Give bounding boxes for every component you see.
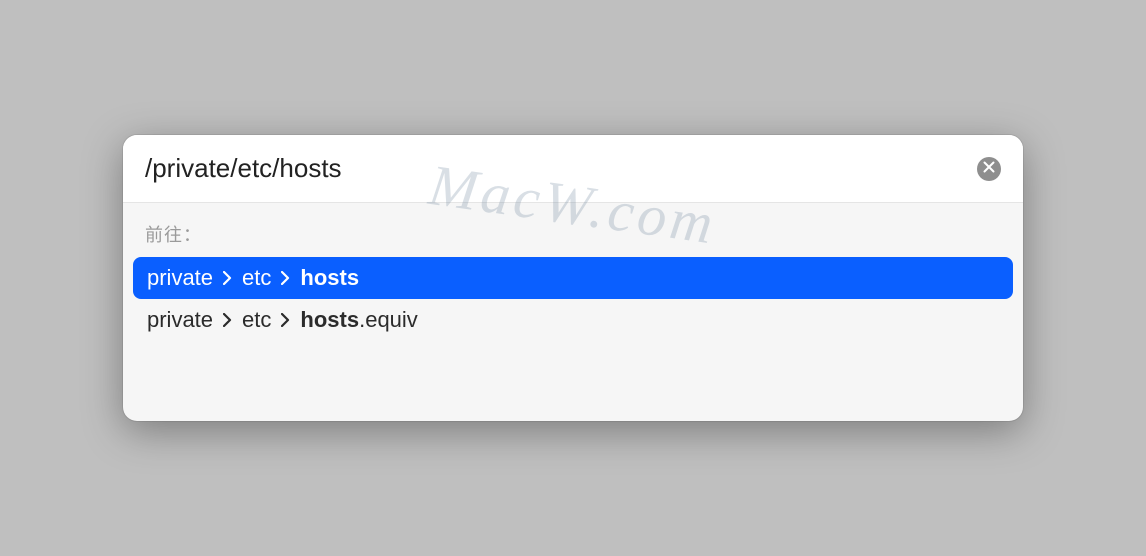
- clear-button[interactable]: [977, 157, 1001, 181]
- chevron-right-icon: [223, 271, 232, 285]
- search-bar: [123, 135, 1023, 203]
- path-segment: etc: [242, 265, 271, 291]
- path-segment: private: [147, 265, 213, 291]
- result-list: private etc hosts private etc hosts.equi…: [123, 257, 1023, 341]
- chevron-right-icon: [281, 271, 290, 285]
- path-segment-match: hosts: [300, 265, 359, 291]
- go-to-folder-dialog: 前往： private etc hosts private etc hosts.…: [123, 135, 1023, 421]
- result-item[interactable]: private etc hosts.equiv: [133, 299, 1013, 341]
- results-panel: 前往： private etc hosts private etc hosts.…: [123, 203, 1023, 421]
- section-label: 前往：: [123, 219, 1023, 257]
- close-icon: [983, 160, 995, 178]
- chevron-right-icon: [281, 313, 290, 327]
- result-item[interactable]: private etc hosts: [133, 257, 1013, 299]
- path-segment-match: hosts.equiv: [300, 307, 417, 333]
- path-segment: private: [147, 307, 213, 333]
- path-segment: etc: [242, 307, 271, 333]
- path-input[interactable]: [145, 153, 977, 184]
- chevron-right-icon: [223, 313, 232, 327]
